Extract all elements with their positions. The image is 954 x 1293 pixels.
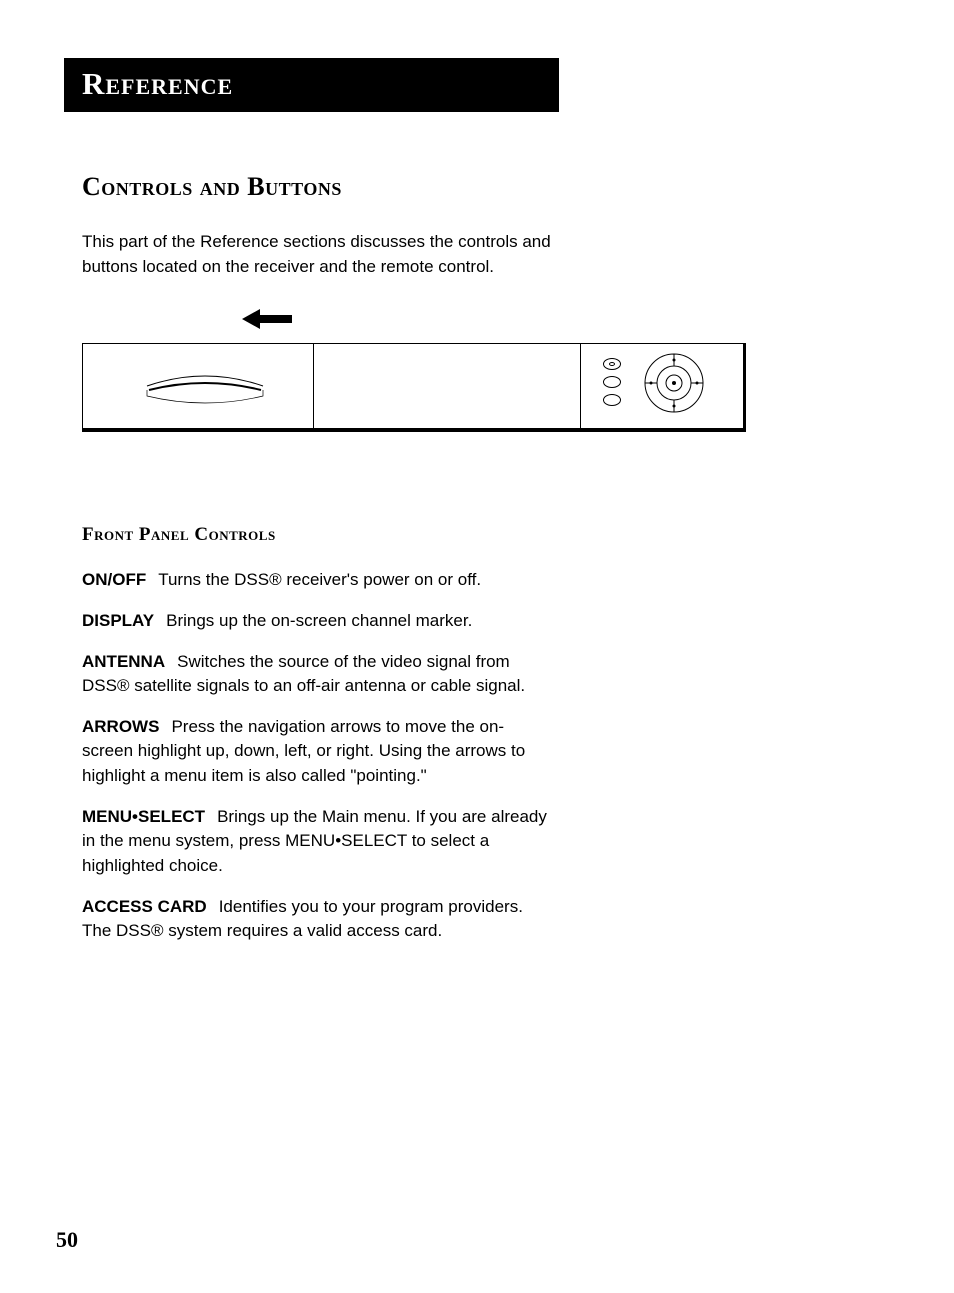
chapter-title: Reference <box>82 66 541 102</box>
chapter-header: Reference <box>64 58 559 112</box>
front-buttons-icon <box>603 358 621 412</box>
definition-menuselect: MENU•SELECTBrings up the Main menu. If y… <box>82 805 552 879</box>
definition-antenna: ANTENNASwitches the source of the video … <box>82 650 552 699</box>
controls-definitions: ON/OFF Turns the DSS® receiver's power on… <box>82 568 762 944</box>
subsection-heading: Front Panel Controls <box>82 524 762 546</box>
term: ACCESS CARD <box>82 897 207 916</box>
receiver-diagram <box>82 309 762 432</box>
term: DISPLAY <box>82 611 154 630</box>
term: ANTENNA <box>82 652 165 671</box>
section-intro: This part of the Reference sections disc… <box>82 230 562 279</box>
definition-text: Brings up the on-screen channel marker. <box>166 611 472 630</box>
left-arrow-icon <box>242 309 292 329</box>
definition-arrows: ARROWSPress the navigation arrows to mov… <box>82 715 552 789</box>
term: ARROWS <box>82 717 159 736</box>
access-card-slot-icon <box>145 366 265 408</box>
definition-display: DISPLAY Brings up the on-screen channel m… <box>82 609 552 634</box>
page-number: 50 <box>56 1227 78 1253</box>
dpad-icon <box>639 348 709 418</box>
receiver-card-bay <box>83 344 314 428</box>
section-heading: Controls and Buttons <box>82 172 762 202</box>
page-content: Controls and Buttons This part of the Re… <box>82 172 762 944</box>
receiver-controls-panel <box>581 344 743 428</box>
receiver-outline <box>82 343 746 432</box>
term: ON/OFF <box>82 570 146 589</box>
definition-onoff: ON/OFF Turns the DSS® receiver's power on… <box>82 568 552 593</box>
receiver-mid-panel <box>314 344 581 428</box>
term: MENU•SELECT <box>82 807 205 826</box>
callout-arrow <box>242 309 762 339</box>
definition-accesscard: ACCESS CARDIdentifies you to your progra… <box>82 895 552 944</box>
definition-text: Turns the DSS® receiver's power on or of… <box>158 570 481 589</box>
